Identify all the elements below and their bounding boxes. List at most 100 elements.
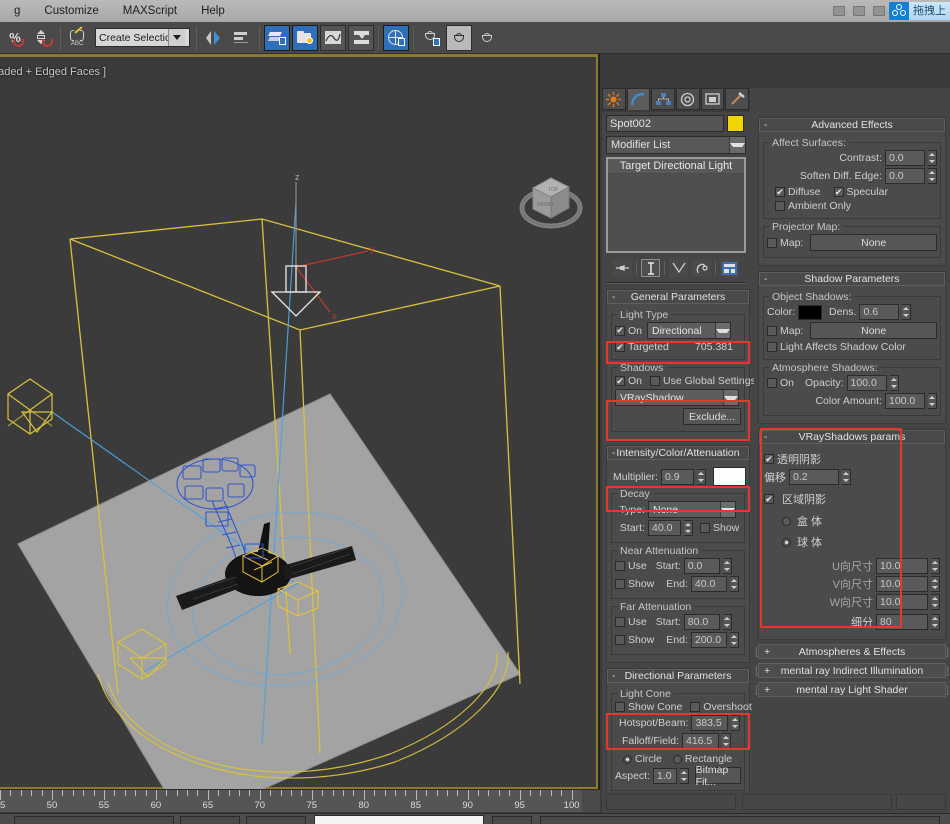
material-editor-button[interactable]	[383, 25, 409, 51]
opacity-spinner[interactable]	[890, 375, 899, 391]
rollout-header-vrayshadows[interactable]: - VRayShadows params	[759, 430, 945, 444]
rollout-header-directional[interactable]: - Directional Parameters	[607, 669, 749, 683]
area-shadow-checkbox[interactable]	[764, 494, 774, 504]
viewport[interactable]: haded + Edged Faces ]	[0, 54, 600, 789]
decay-show-checkbox[interactable]	[700, 523, 710, 533]
tab-hierarchy[interactable]	[651, 88, 675, 110]
minimize-icon[interactable]	[833, 6, 845, 16]
light-affects-shadow-color-checkbox[interactable]	[767, 342, 777, 352]
bottom-field-3[interactable]	[246, 816, 306, 824]
light-type-combo[interactable]: Directional	[647, 322, 731, 339]
angle-snap-toggle[interactable]	[30, 25, 56, 51]
tab-utilities[interactable]	[725, 88, 749, 110]
targeted-checkbox[interactable]	[615, 342, 625, 352]
rollout-header-general-parameters[interactable]: - General Parameters	[607, 290, 749, 304]
shadow-type-combo[interactable]: VRayShadow	[615, 389, 739, 406]
far-start-spinner[interactable]	[723, 614, 732, 630]
rollout-header-advanced-effects[interactable]: - Advanced Effects	[759, 118, 945, 132]
sphere-radio[interactable]	[782, 538, 791, 547]
opacity-value[interactable]: 100.0	[847, 375, 887, 391]
near-use-checkbox[interactable]	[615, 561, 625, 571]
exclude-button[interactable]: Exclude...	[683, 408, 741, 425]
contrast-spinner[interactable]	[928, 150, 937, 166]
rendered-frame-window-button[interactable]	[446, 25, 472, 51]
close-icon[interactable]	[873, 6, 885, 16]
menu-item-maxscript[interactable]: MAXScript	[111, 3, 189, 19]
show-cone-checkbox[interactable]	[615, 702, 625, 712]
shadow-map-checkbox[interactable]	[767, 326, 777, 336]
hotspot-spinner[interactable]	[731, 715, 740, 731]
multiplier-value[interactable]: 0.9	[661, 469, 694, 485]
bottom-field-1[interactable]	[14, 816, 174, 824]
near-start-value[interactable]: 0.0	[684, 558, 720, 574]
selection-set-dropdown-arrow[interactable]	[168, 29, 185, 46]
aspect-spinner[interactable]	[680, 768, 689, 784]
chevron-down-icon[interactable]	[723, 390, 738, 405]
chevron-down-icon[interactable]	[720, 502, 735, 517]
selection-set-input[interactable]	[96, 29, 168, 46]
tab-display[interactable]	[701, 88, 725, 110]
chevron-down-icon[interactable]	[729, 137, 745, 153]
near-end-value[interactable]: 40.0	[691, 576, 727, 592]
menu-item-g[interactable]: g	[2, 3, 32, 19]
pin-stack-button[interactable]	[613, 259, 632, 277]
show-end-result-button[interactable]	[641, 259, 660, 277]
menu-item-help[interactable]: Help	[189, 3, 237, 19]
rollout-mental-ray-light-shader[interactable]: + mental ray Light Shader	[758, 682, 946, 697]
shadow-dens-spinner[interactable]	[902, 304, 911, 320]
rollout-header-intensity[interactable]: - Intensity/Color/Attenuation	[607, 446, 749, 460]
subdivs-value[interactable]: 80	[876, 614, 928, 630]
use-global-settings-checkbox[interactable]	[650, 376, 660, 386]
u-size-spinner[interactable]	[931, 558, 940, 574]
box-radio[interactable]	[782, 517, 791, 526]
tab-create[interactable]	[602, 88, 626, 110]
near-show-checkbox[interactable]	[615, 579, 625, 589]
aspect-value[interactable]: 1.0	[653, 768, 677, 784]
shadow-color-swatch[interactable]	[798, 305, 822, 320]
scene-explorer-button[interactable]	[292, 25, 318, 51]
named-selection-sets-button[interactable]: ABC	[65, 25, 91, 51]
menu-item-customize[interactable]: Customize	[32, 3, 110, 19]
object-name-input[interactable]	[606, 115, 724, 132]
near-start-spinner[interactable]	[723, 558, 732, 574]
configure-modifier-sets-button[interactable]	[720, 259, 739, 277]
circle-radio[interactable]	[623, 755, 632, 764]
falloff-value[interactable]: 416.5	[682, 733, 719, 749]
soften-spinner[interactable]	[928, 168, 937, 184]
rollout-mental-ray-indirect[interactable]: + mental ray Indirect Illumination	[758, 663, 946, 678]
subdivs-spinner[interactable]	[931, 614, 940, 630]
falloff-spinner[interactable]	[722, 733, 731, 749]
multiplier-spinner[interactable]	[697, 469, 706, 485]
chevron-down-icon[interactable]	[715, 323, 730, 338]
decay-type-combo[interactable]: None	[648, 501, 736, 518]
modifier-list-combo[interactable]: Modifier List	[606, 136, 746, 154]
color-amount-value[interactable]: 100.0	[885, 393, 925, 409]
schematic-view-button[interactable]	[348, 25, 374, 51]
rollout-header-shadow-parameters[interactable]: - Shadow Parameters	[759, 272, 945, 286]
decay-start-value[interactable]: 40.0	[648, 520, 681, 536]
w-size-spinner[interactable]	[931, 594, 940, 610]
v-size-spinner[interactable]	[931, 576, 940, 592]
timeline-ruler[interactable]: 4550556065707580859095100	[0, 789, 600, 813]
bitmap-fit-button[interactable]: Bitmap Fit...	[695, 767, 741, 784]
selection-set-combo[interactable]	[95, 28, 190, 47]
render-setup-button[interactable]	[418, 25, 444, 51]
near-end-spinner[interactable]	[730, 576, 739, 592]
decay-start-spinner[interactable]	[684, 520, 693, 536]
maximize-icon[interactable]	[853, 6, 865, 16]
light-color-swatch[interactable]	[713, 467, 746, 486]
modifier-stack-item[interactable]: Target Directional Light	[608, 159, 744, 174]
object-color-swatch[interactable]	[727, 115, 744, 132]
diffuse-checkbox[interactable]	[775, 187, 785, 197]
modifier-stack[interactable]: Target Directional Light	[606, 157, 746, 253]
far-end-spinner[interactable]	[730, 632, 739, 648]
bottom-prompt-field[interactable]	[314, 815, 484, 824]
viewcube[interactable]: TOP FRONT	[516, 172, 586, 234]
cloud-upload-label[interactable]: 拖拽上	[909, 2, 950, 20]
object-name-field[interactable]	[606, 115, 750, 132]
rectangle-radio[interactable]	[673, 755, 682, 764]
bottom-field-5[interactable]	[540, 816, 940, 824]
projector-map-checkbox[interactable]	[767, 238, 777, 248]
projector-map-button[interactable]: None	[810, 234, 937, 251]
shadow-on-checkbox[interactable]	[615, 376, 625, 386]
